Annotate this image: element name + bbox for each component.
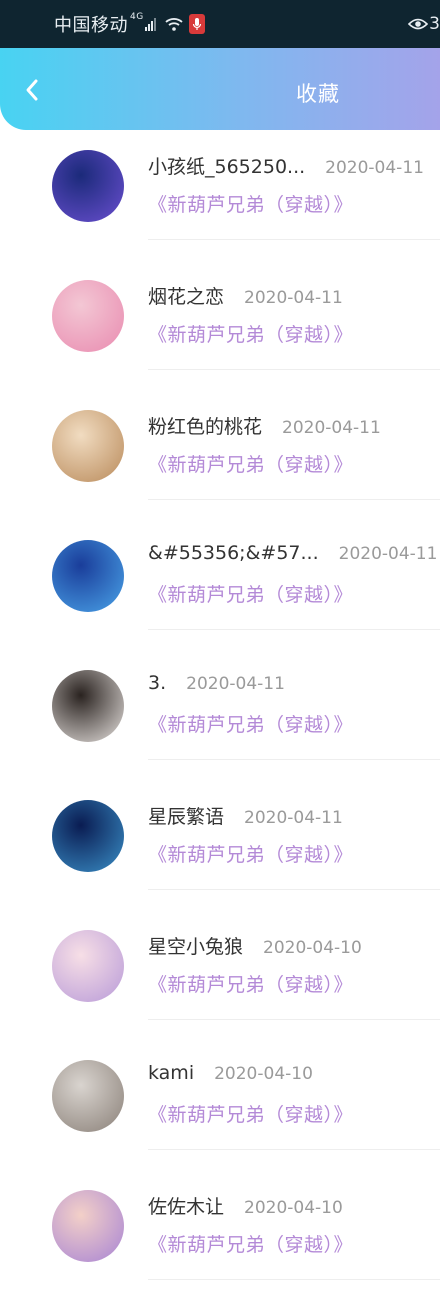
user-avatar[interactable]: [52, 1190, 124, 1262]
favorite-date: 2020-04-10: [244, 1198, 343, 1218]
user-name-text: 星空小兔狼: [148, 936, 244, 958]
list-divider: [148, 889, 440, 890]
microphone-icon: [188, 14, 205, 34]
status-bar: 中国移动 4G 3: [0, 0, 440, 48]
book-title-link[interactable]: 《新葫芦兄弟（穿越）》: [148, 1230, 353, 1257]
book-title-link[interactable]: 《新葫芦兄弟（穿越）》: [148, 1100, 353, 1127]
favorite-date: 2020-04-11: [325, 158, 424, 178]
favorite-date: 2020-04-11: [338, 544, 438, 564]
user-name-text: 烟花之恋: [148, 286, 225, 308]
user-name: 烟花之恋 2020-04-11: [148, 282, 343, 309]
book-title-link[interactable]: 《新葫芦兄弟（穿越）》: [148, 970, 353, 997]
book-title-link[interactable]: 《新葫芦兄弟（穿越）》: [148, 320, 353, 347]
user-avatar[interactable]: [52, 1060, 124, 1132]
list-divider: [148, 369, 440, 370]
wifi-icon: [165, 18, 183, 31]
user-name-text: 小孩纸_565250...: [148, 156, 306, 178]
user-avatar[interactable]: [52, 150, 124, 222]
user-name: 星辰繁语 2020-04-11: [148, 802, 343, 829]
favorite-list-item[interactable]: kami 2020-04-10 《新葫芦兄弟（穿越）》: [0, 1040, 440, 1170]
favorite-list-item[interactable]: 小孩纸_565250... 2020-04-11 《新葫芦兄弟（穿越）》: [0, 130, 440, 260]
app-header: 收藏: [0, 48, 440, 130]
favorite-date: 2020-04-11: [244, 808, 343, 828]
user-name: 3. 2020-04-11: [148, 672, 285, 694]
user-name: 佐佐木让 2020-04-10: [148, 1192, 343, 1219]
book-title-link[interactable]: 《新葫芦兄弟（穿越）》: [148, 190, 353, 217]
book-title-link[interactable]: 《新葫芦兄弟（穿越）》: [148, 450, 353, 477]
page-title: 收藏: [0, 78, 440, 108]
book-title-link[interactable]: 《新葫芦兄弟（穿越）》: [148, 580, 353, 607]
user-name: &#55356;&#57... 2020-04-11: [148, 542, 437, 564]
carrier-name: 中国移动: [54, 15, 128, 36]
user-avatar[interactable]: [52, 410, 124, 482]
list-divider: [148, 499, 440, 500]
user-avatar[interactable]: [52, 670, 124, 742]
list-divider: [148, 1149, 440, 1150]
user-name-text: kami: [148, 1062, 195, 1084]
user-name-text: 粉红色的桃花: [148, 416, 263, 438]
user-avatar[interactable]: [52, 800, 124, 872]
favorite-date: 2020-04-10: [263, 938, 362, 958]
status-bar-left: 中国移动 4G: [54, 12, 205, 36]
favorite-list-item[interactable]: 粉红色的桃花 2020-04-11 《新葫芦兄弟（穿越）》: [0, 390, 440, 520]
favorite-list-item[interactable]: 星辰繁语 2020-04-11 《新葫芦兄弟（穿越）》: [0, 780, 440, 910]
user-name: 粉红色的桃花 2020-04-11: [148, 412, 381, 439]
user-name: 小孩纸_565250... 2020-04-11: [148, 152, 424, 179]
list-divider: [148, 629, 440, 630]
eye-icon: [408, 18, 429, 30]
user-name-text: 3.: [148, 672, 167, 694]
user-name: 星空小兔狼 2020-04-10: [148, 932, 362, 959]
status-text: 3: [429, 14, 440, 34]
favorite-list-item[interactable]: &#55356;&#57... 2020-04-11 《新葫芦兄弟（穿越）》: [0, 520, 440, 650]
book-title-link[interactable]: 《新葫芦兄弟（穿越）》: [148, 840, 353, 867]
user-avatar[interactable]: [52, 540, 124, 612]
favorites-list: 小孩纸_565250... 2020-04-11 《新葫芦兄弟（穿越）》 烟花之恋 20…: [0, 130, 440, 1300]
favorite-list-item[interactable]: 3. 2020-04-11 《新葫芦兄弟（穿越）》: [0, 650, 440, 780]
list-divider: [148, 1019, 440, 1020]
list-divider: [148, 239, 440, 240]
favorite-list-item[interactable]: 星空小兔狼 2020-04-10 《新葫芦兄弟（穿越）》: [0, 910, 440, 1040]
favorite-date: 2020-04-11: [186, 674, 285, 694]
network-type: 4G: [130, 12, 144, 22]
user-name: kami 2020-04-10: [148, 1062, 313, 1084]
favorite-list-item[interactable]: 烟花之恋 2020-04-11 《新葫芦兄弟（穿越）》: [0, 260, 440, 390]
user-name-text: 星辰繁语: [148, 806, 225, 828]
user-name-text: &#55356;&#57...: [148, 542, 319, 564]
user-avatar[interactable]: [52, 930, 124, 1002]
favorite-list-item[interactable]: 佐佐木让 2020-04-10 《新葫芦兄弟（穿越）》: [0, 1170, 440, 1300]
user-name-text: 佐佐木让: [148, 1196, 225, 1218]
favorite-date: 2020-04-10: [214, 1064, 313, 1084]
page-title-text: 收藏: [296, 82, 340, 106]
favorite-date: 2020-04-11: [282, 418, 381, 438]
favorite-date: 2020-04-11: [244, 288, 343, 308]
user-avatar[interactable]: [52, 280, 124, 352]
status-bar-right: 3: [408, 14, 440, 34]
book-title-link[interactable]: 《新葫芦兄弟（穿越）》: [148, 710, 353, 737]
list-divider: [148, 759, 440, 760]
signal-icon: [144, 17, 157, 31]
